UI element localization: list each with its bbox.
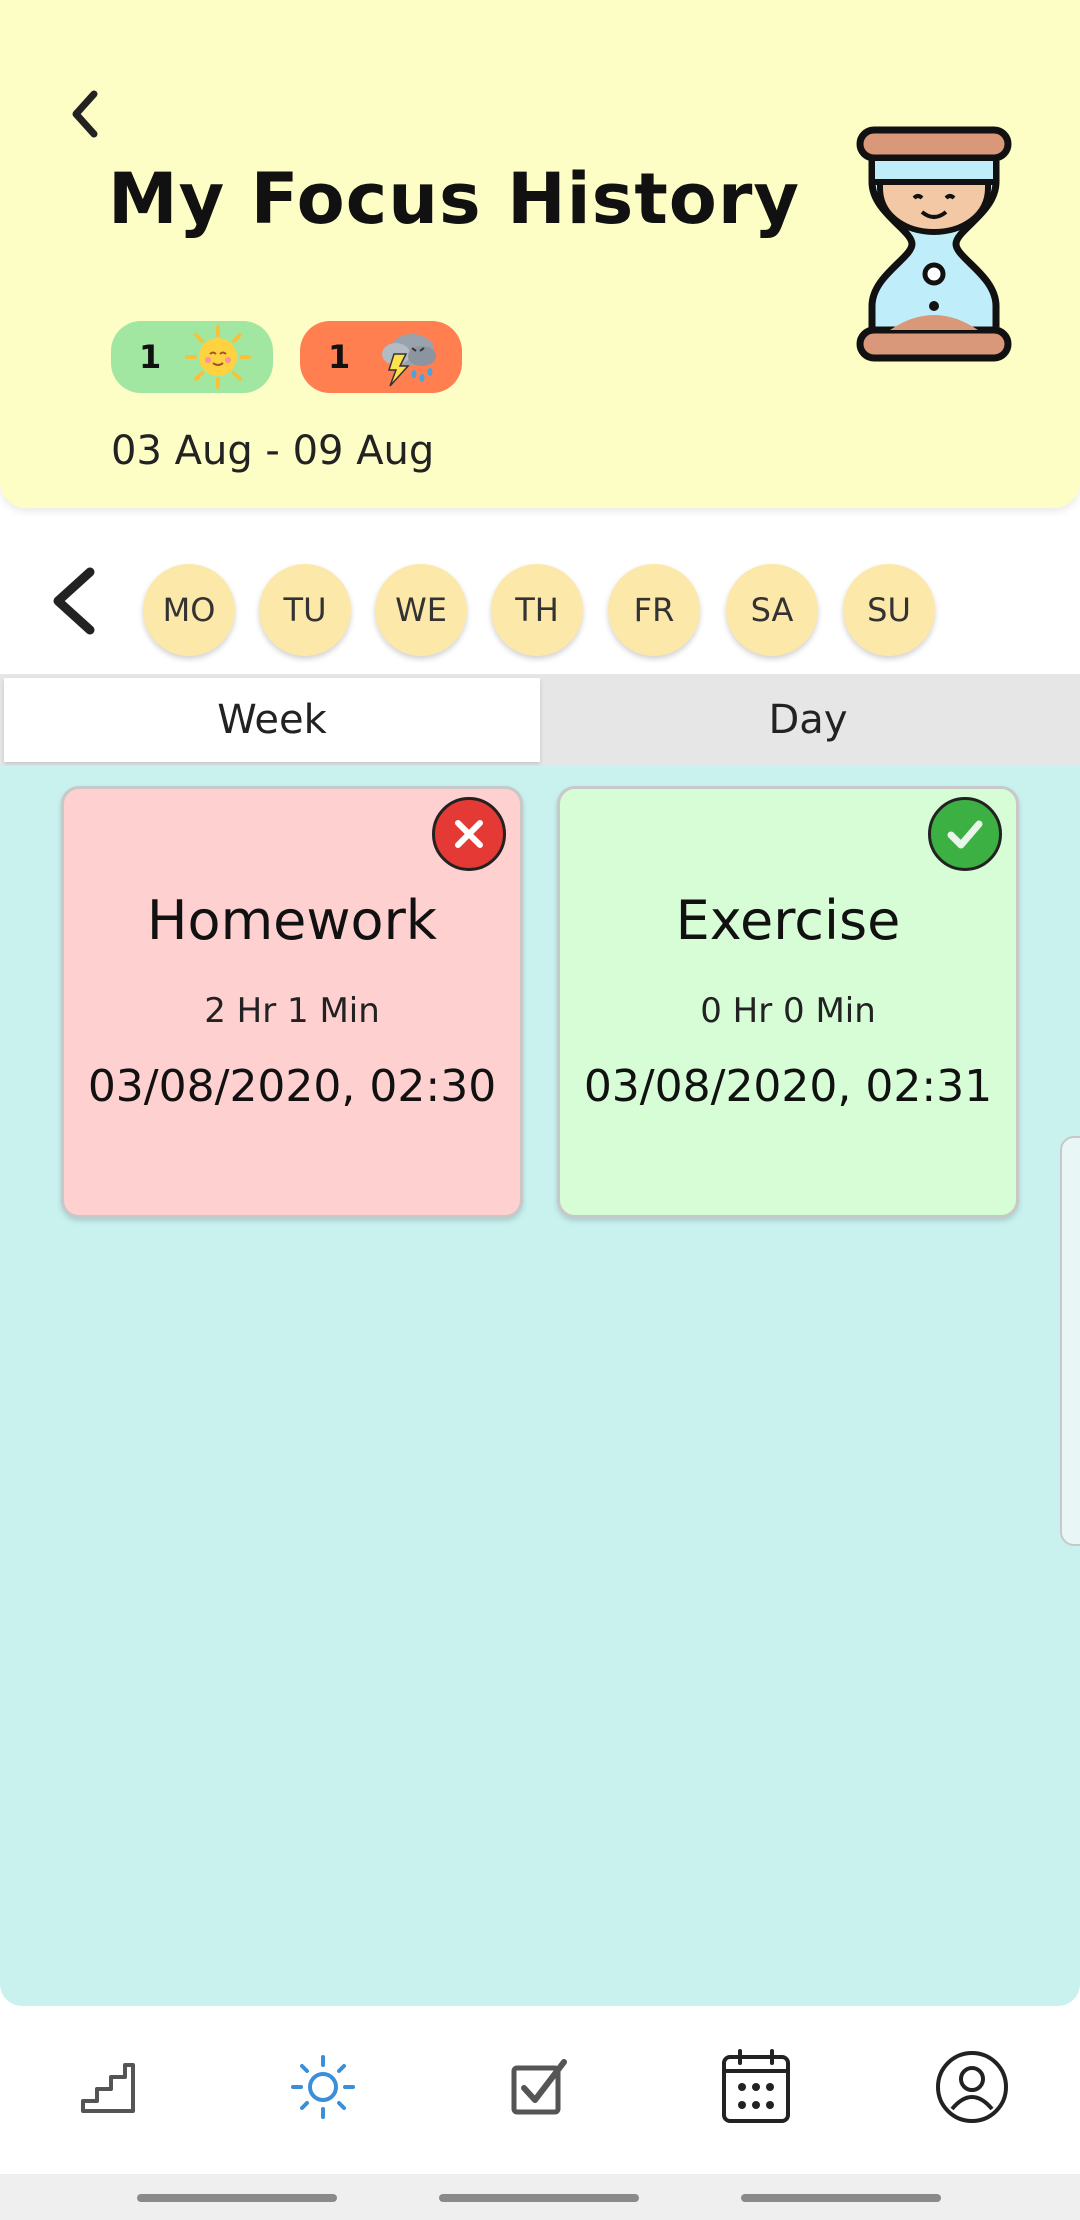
hourglass-mascot-icon: [856, 126, 1012, 362]
nav-profile[interactable]: [927, 2042, 1017, 2132]
page-title: My Focus History: [108, 158, 801, 240]
stairs-icon: [81, 2063, 135, 2113]
view-tabs: Week Day: [0, 674, 1080, 766]
gesture-handle: [439, 2194, 639, 2202]
stormy-count: 1: [328, 338, 351, 376]
checkbox-icon: [511, 2059, 567, 2115]
day-selector: MO TU WE TH FR SA SU: [0, 524, 1080, 674]
previous-week-icon[interactable]: [44, 564, 104, 638]
system-gesture-bar: [0, 2174, 1080, 2220]
nav-focus[interactable]: [278, 2042, 368, 2132]
focus-history-screen: My Focus History 1 1 03 Aug - 09 Aug MO …: [0, 0, 1080, 2220]
session-card-homework[interactable]: Homework 2 Hr 1 Min 03/08/2020, 02:30: [61, 786, 523, 1218]
checkmark-icon: [947, 820, 983, 849]
session-datetime: 03/08/2020, 02:31: [583, 1061, 993, 1112]
profile-icon: [936, 2051, 1008, 2123]
header: My Focus History 1 1 03 Aug - 09 Aug: [0, 0, 1080, 508]
session-datetime: 03/08/2020, 02:30: [87, 1061, 497, 1112]
completed-status-icon: [928, 797, 1002, 871]
nav-tasks[interactable]: [494, 2042, 584, 2132]
back-arrow-icon[interactable]: [60, 84, 110, 144]
stormy-count-badge: 1: [300, 321, 462, 393]
nav-stairs[interactable]: [64, 2042, 154, 2132]
session-duration: 0 Hr 0 Min: [700, 991, 876, 1031]
session-title: Homework: [146, 889, 438, 952]
session-duration: 2 Hr 1 Min: [204, 991, 380, 1031]
day-button-fr[interactable]: FR: [608, 564, 700, 656]
calendar-icon: [722, 2049, 790, 2123]
bottom-navigation: [0, 2006, 1080, 2174]
session-card-exercise[interactable]: Exercise 0 Hr 0 Min 03/08/2020, 02:31: [557, 786, 1019, 1218]
scroll-handle[interactable]: [1060, 1136, 1080, 1546]
day-button-mo[interactable]: MO: [143, 564, 235, 656]
date-range: 03 Aug - 09 Aug: [111, 428, 435, 474]
sunny-count-badge: 1: [111, 321, 273, 393]
day-button-tu[interactable]: TU: [259, 564, 351, 656]
day-button-su[interactable]: SU: [843, 564, 935, 656]
gesture-handle: [741, 2194, 941, 2202]
gesture-handle: [137, 2194, 337, 2202]
close-icon: [455, 820, 483, 848]
tab-week[interactable]: Week: [4, 678, 540, 762]
sun-icon: [291, 2055, 355, 2119]
day-button-we[interactable]: WE: [375, 564, 467, 656]
sun-icon: [185, 325, 251, 389]
nav-calendar[interactable]: [711, 2042, 801, 2132]
sunny-count: 1: [139, 338, 162, 376]
storm-cloud-icon: [382, 334, 436, 387]
sessions-list: Homework 2 Hr 1 Min 03/08/2020, 02:30 Ex…: [0, 766, 1080, 2006]
day-button-sa[interactable]: SA: [726, 564, 818, 656]
tab-day[interactable]: Day: [540, 678, 1076, 762]
day-button-th[interactable]: TH: [491, 564, 583, 656]
session-title: Exercise: [675, 889, 901, 952]
failed-status-icon: [432, 797, 506, 871]
